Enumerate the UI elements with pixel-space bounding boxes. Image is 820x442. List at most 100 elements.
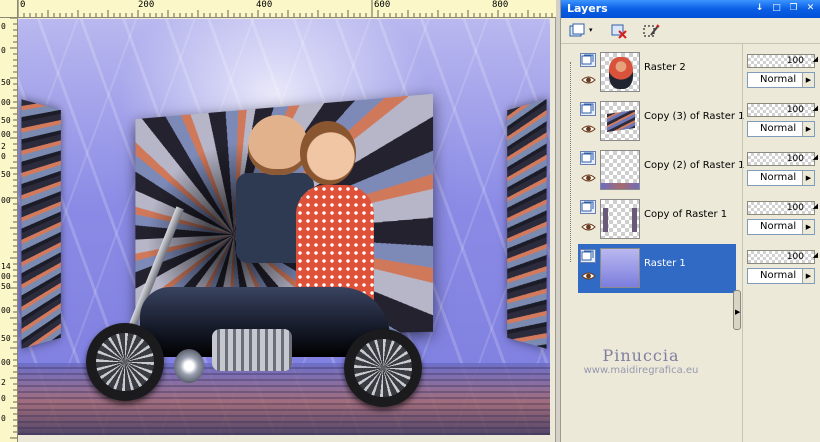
blend-mode-select[interactable]: Normal ▶: [747, 219, 815, 235]
layer-name[interactable]: Copy (2) of Raster 1: [644, 160, 745, 171]
ruler-label: 2: [1, 142, 6, 151]
motorcycle-headlight: [174, 349, 204, 383]
dropdown-arrow-icon[interactable]: ▶: [802, 269, 814, 283]
layer-type-icon[interactable]: [580, 200, 596, 214]
layer-row[interactable]: Copy of Raster 1: [578, 195, 736, 244]
layer-thumbnail: [600, 248, 640, 288]
ruler-top-ticks: [18, 0, 553, 17]
opacity-slider[interactable]: 100: [747, 152, 815, 166]
splitter-arrow-icon[interactable]: ▶: [735, 308, 740, 316]
layer-list[interactable]: Raster 2 Copy (3) of Raster 1 Copy (2) o…: [578, 48, 745, 293]
layer-thumbnail: [600, 52, 640, 92]
ruler-top: 0 200 400 600 800: [18, 0, 556, 18]
ruler-label: 600: [374, 0, 391, 10]
dropdown-arrow-icon[interactable]: ▶: [802, 220, 814, 234]
edit-selection-icon: [643, 24, 660, 37]
opacity-slider[interactable]: 100: [747, 201, 815, 215]
opacity-edit-icon[interactable]: ◢: [813, 153, 818, 161]
ruler-label: 800: [492, 0, 509, 10]
rear-wheel: [344, 329, 422, 407]
opacity-slider[interactable]: 100: [747, 250, 815, 264]
layer-toolbar: ▾: [561, 18, 820, 44]
opacity-edit-icon[interactable]: ◢: [813, 202, 818, 210]
ruler-label: 400: [256, 0, 273, 10]
ruler-label: 00: [1, 358, 11, 367]
opacity-value: 100: [786, 203, 804, 213]
layer-properties: 100 ◢ Normal ▶: [745, 148, 819, 192]
layer-name[interactable]: Copy (3) of Raster 1: [644, 111, 745, 122]
layer-name[interactable]: Raster 2: [644, 62, 686, 73]
palette-title: Layers: [567, 2, 608, 15]
ruler-label: 0: [1, 152, 6, 161]
opacity-slider[interactable]: 100: [747, 103, 815, 117]
eye-icon[interactable]: [581, 124, 596, 134]
layer-properties: 100 ◢ Normal ▶: [745, 99, 819, 143]
layer-type-icon[interactable]: [580, 151, 596, 165]
new-layer-dropdown-icon[interactable]: ▾: [589, 26, 593, 34]
delete-layer-icon: [611, 24, 627, 39]
watermark: Pinuccia www.maidiregrafica.eu: [566, 346, 716, 376]
layer-row[interactable]: Raster 2: [578, 48, 736, 97]
motorcycle: [80, 206, 440, 423]
canvas-area[interactable]: 0 200 400 600 800 0 0 50 00 50 00 2 0 50…: [0, 0, 556, 442]
delete-layer-button[interactable]: [609, 22, 629, 40]
ruler-label: 14: [1, 262, 11, 271]
ruler-label: 00: [1, 130, 11, 139]
blend-mode-value: Normal: [760, 270, 797, 281]
minimize-button[interactable]: □: [770, 2, 783, 15]
girl-head: [300, 121, 356, 185]
close-button[interactable]: ✕: [804, 2, 817, 15]
title-buttons: ↓ □ ❐ ✕: [753, 2, 817, 15]
palette-title-bar[interactable]: Layers ↓ □ ❐ ✕: [561, 0, 820, 18]
front-wheel: [86, 323, 164, 401]
ruler-left: 0 0 50 00 50 00 2 0 50 00 14 00 50 00 50…: [0, 18, 18, 442]
opacity-edit-icon[interactable]: ◢: [813, 55, 818, 63]
layer-row-selected[interactable]: Raster 1: [578, 244, 736, 293]
dropdown-arrow-icon[interactable]: ▶: [802, 73, 814, 87]
ruler-label: 0: [1, 46, 6, 55]
ruler-label: 50: [1, 170, 11, 179]
opacity-edit-icon[interactable]: ◢: [813, 251, 818, 259]
ruler-label: 00: [1, 196, 11, 205]
blend-mode-value: Normal: [760, 74, 797, 85]
right-frame-panel: [507, 99, 547, 349]
ruler-label: 0: [1, 394, 6, 403]
image-canvas[interactable]: [18, 19, 550, 435]
blend-mode-select[interactable]: Normal ▶: [747, 121, 815, 137]
layer-properties: 100 ◢ Normal ▶: [745, 246, 819, 290]
blend-mode-select[interactable]: Normal ▶: [747, 268, 815, 284]
blend-mode-select[interactable]: Normal ▶: [747, 72, 815, 88]
boy-head: [248, 115, 308, 175]
blend-mode-value: Normal: [760, 123, 797, 134]
layer-row[interactable]: Copy (2) of Raster 1: [578, 146, 745, 195]
layer-name[interactable]: Raster 1: [644, 258, 686, 269]
layer-thumbnail: [600, 101, 640, 141]
ruler-label: 00: [1, 272, 11, 281]
new-layer-icon: [569, 23, 585, 37]
new-layer-button[interactable]: [567, 22, 587, 40]
layer-properties: 100 ◢ Normal ▶: [745, 50, 819, 94]
eye-icon[interactable]: [581, 222, 596, 232]
edit-selection-button[interactable]: [641, 22, 661, 40]
dropdown-arrow-icon[interactable]: ▶: [802, 122, 814, 136]
layer-type-icon[interactable]: [580, 102, 596, 116]
ruler-label: 00: [1, 98, 11, 107]
eye-icon[interactable]: [581, 75, 596, 85]
blend-mode-select[interactable]: Normal ▶: [747, 170, 815, 186]
ruler-label: 50: [1, 334, 11, 343]
pin-button[interactable]: ↓: [753, 2, 766, 15]
layer-type-icon[interactable]: [580, 53, 596, 67]
eye-icon[interactable]: [581, 173, 596, 183]
restore-button[interactable]: ❐: [787, 2, 800, 15]
dropdown-arrow-icon[interactable]: ▶: [802, 171, 814, 185]
blend-mode-value: Normal: [760, 172, 797, 183]
layer-row[interactable]: Copy (3) of Raster 1: [578, 97, 745, 146]
eye-icon[interactable]: [581, 271, 596, 281]
layer-name[interactable]: Copy of Raster 1: [644, 209, 727, 220]
layer-type-icon[interactable]: [580, 249, 596, 263]
layer-thumbnail: [600, 150, 640, 190]
opacity-edit-icon[interactable]: ◢: [813, 104, 818, 112]
opacity-slider[interactable]: 100: [747, 54, 815, 68]
ruler-label: 00: [1, 306, 11, 315]
ruler-label: 50: [1, 78, 11, 87]
